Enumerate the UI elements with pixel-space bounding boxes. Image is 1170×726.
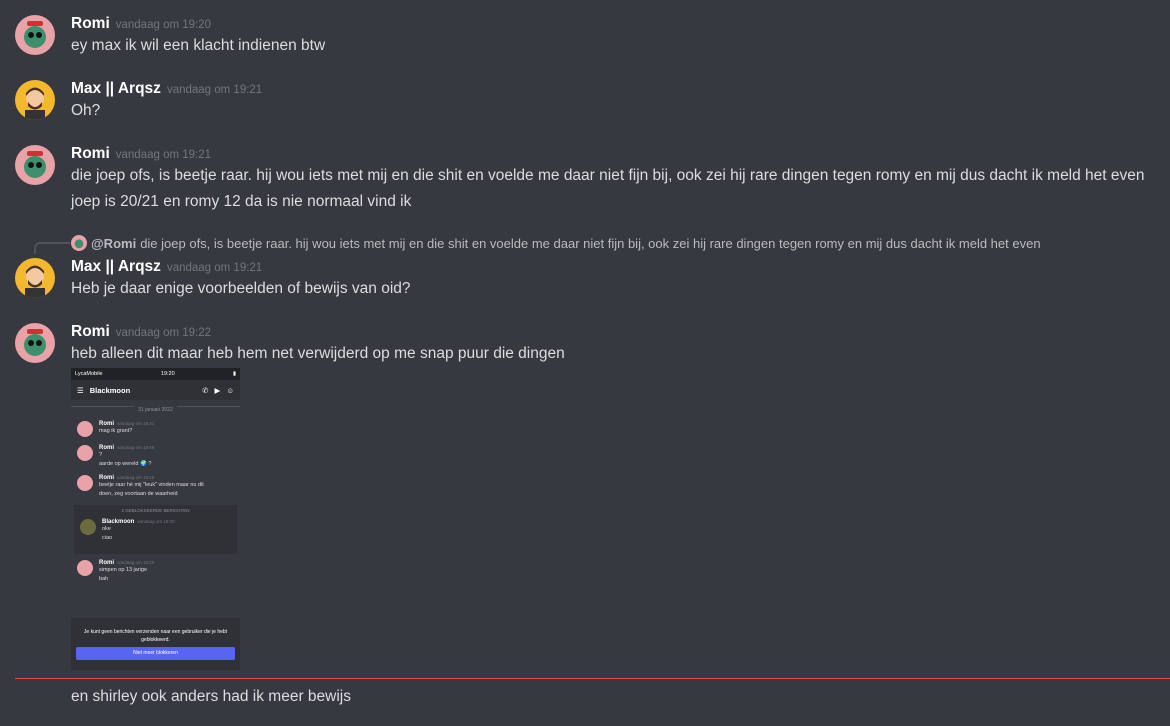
members-icon: ☺ — [226, 385, 234, 395]
video-icon: ▶ — [214, 385, 221, 395]
phone-message: Romi vandaag om 18:59 ? aarde op wereld 🌍… — [71, 445, 240, 469]
timestamp: vandaag om 19:22 — [115, 327, 212, 339]
message-text: die joep ofs, is beetje raar. hij wou ie… — [71, 167, 1145, 184]
timestamp: vandaag om 19:21 — [166, 84, 263, 96]
channel-name: Blackmoon — [89, 385, 131, 395]
phone-time: 19:20 — [160, 371, 175, 377]
message-text: ey max ik wil een klacht indienen btw — [71, 37, 326, 54]
phone-message: Blackmoon vandaag om 19:20 oke ciao — [74, 519, 237, 543]
message-header: Max || Arqsz vandaag om 19:21 — [71, 80, 262, 98]
message-header: Romi vandaag om 19:22 — [71, 323, 211, 341]
reply-preview[interactable]: @Romi die joep ofs, is beetje raar. hij … — [71, 235, 1041, 251]
message-text: heb alleen dit maar heb hem net verwijde… — [71, 345, 565, 362]
romi-avatar-icon — [24, 151, 46, 178]
blocked-messages-box: 2 GEBLOKKEERDE BERICHTEN Blackmoon vandaa… — [74, 505, 237, 554]
carrier: LycaMobile — [75, 371, 103, 377]
avatar[interactable] — [15, 323, 55, 363]
avatar[interactable] — [15, 80, 55, 120]
avatar[interactable] — [15, 258, 55, 298]
max-avatar-icon — [25, 87, 45, 120]
reply-mention[interactable]: @Romi — [91, 236, 136, 251]
reply-avatar-icon — [71, 235, 87, 251]
blocked-notice: Je kunt geen berichten verzenden naar ee… — [83, 629, 228, 643]
avatar-icon — [77, 445, 93, 461]
avatar-icon — [77, 560, 93, 576]
phone-status-bar: LycaMobile 19:20 ▮ — [71, 368, 240, 380]
message-text: Heb je daar enige voorbeelden of bewijs … — [71, 280, 411, 297]
message-header: Max || Arqsz vandaag om 19:21 — [71, 258, 262, 276]
unblock-button: Niet meer blokkeren — [76, 647, 235, 660]
avatar[interactable] — [15, 145, 55, 185]
phone-channel-bar: ☰ Blackmoon ✆ ▶ ☺ — [71, 380, 240, 400]
phone-message: Romi vandaag om 19:19 beetje raar hè mij … — [71, 475, 240, 499]
avatar[interactable] — [15, 15, 55, 55]
image-attachment[interactable]: LycaMobile 19:20 ▮ ☰ Blackmoon ✆ ▶ ☺ 31 … — [71, 368, 240, 670]
message-text: Oh? — [71, 102, 101, 119]
timestamp: vandaag om 19:20 — [115, 19, 212, 31]
menu-icon: ☰ — [77, 385, 84, 395]
message-header: Romi vandaag om 19:21 — [71, 145, 211, 163]
message-header: Romi vandaag om 19:20 — [71, 15, 211, 33]
username[interactable]: Max || Arqsz — [71, 258, 161, 275]
timestamp: vandaag om 19:21 — [115, 149, 212, 161]
call-icon: ✆ — [202, 385, 209, 395]
romi-avatar-icon — [24, 329, 46, 356]
max-avatar-icon — [25, 265, 45, 298]
message-text: joep is 20/21 en romy 12 da is nie norma… — [71, 193, 412, 210]
blocked-header: 2 GEBLOKKEERDE BERICHTEN — [121, 508, 190, 513]
username[interactable]: Romi — [71, 15, 110, 32]
timestamp: vandaag om 19:21 — [166, 262, 263, 274]
avatar-icon — [77, 475, 93, 491]
battery-icon: ▮ — [232, 371, 236, 377]
reply-text: die joep ofs, is beetje raar. hij wou ie… — [140, 235, 1041, 251]
reply-connector — [34, 242, 70, 254]
username[interactable]: Romi — [71, 145, 110, 162]
new-messages-divider — [15, 678, 1170, 679]
phone-message: Romi vandaag om 19:20 simpen op 13 jarige… — [71, 560, 240, 584]
avatar-icon — [77, 421, 93, 437]
phone-message: Romi vandaag om 18:31 mag ik grant? — [71, 421, 240, 439]
message-text: en shirley ook anders had ik meer bewijs — [71, 688, 351, 705]
blocked-footer: Je kunt geen berichten verzenden naar ee… — [71, 618, 240, 670]
date-divider: 31 januari 2022 — [71, 406, 240, 415]
avatar-icon — [80, 519, 96, 535]
romi-avatar-icon — [24, 21, 46, 48]
username[interactable]: Romi — [71, 323, 110, 340]
username[interactable]: Max || Arqsz — [71, 80, 161, 97]
